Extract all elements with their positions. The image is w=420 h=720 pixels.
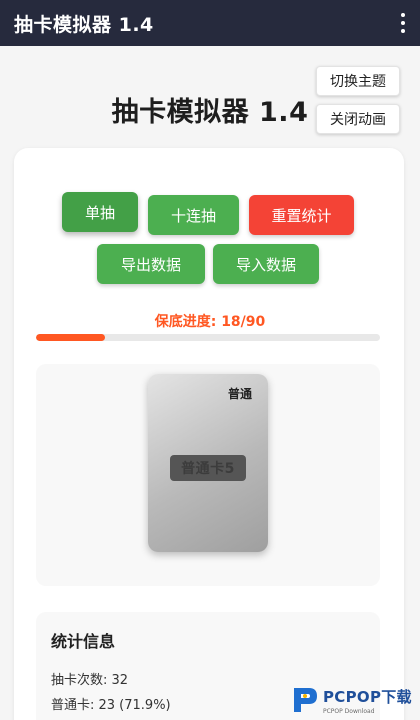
- pity-progress-fill: [36, 334, 105, 341]
- watermark-brand: PCPOP下载: [323, 687, 412, 706]
- import-data-button[interactable]: 导入数据: [213, 244, 319, 284]
- single-draw-button[interactable]: 单抽: [62, 192, 138, 232]
- card-rarity-label: 普通: [227, 387, 252, 401]
- toggle-animation-button[interactable]: 关闭动画: [316, 104, 400, 134]
- drawn-card[interactable]: 普通 普通卡5: [148, 374, 268, 552]
- pcpop-logo-icon: [294, 688, 317, 712]
- ten-draw-button[interactable]: 十连抽: [148, 195, 239, 235]
- pity-progress-label: 保底进度: 18/90: [154, 314, 266, 330]
- app-bar: 抽卡模拟器 1.4: [0, 0, 420, 46]
- stat-draw-count: 抽卡次数: 32: [51, 673, 129, 688]
- toggle-theme-button[interactable]: 切换主题: [316, 66, 400, 96]
- app-bar-title: 抽卡模拟器 1.4: [14, 13, 154, 36]
- more-vert-icon[interactable]: [400, 13, 406, 33]
- watermark-subtitle: PCPOP Download: [323, 707, 375, 715]
- stat-normal-cards: 普通卡: 23 (71.9%): [51, 698, 171, 713]
- pity-progress-bar: [36, 334, 380, 341]
- export-data-button[interactable]: 导出数据: [97, 244, 205, 284]
- watermark: PCPOP下载 PCPOP Download: [290, 680, 420, 720]
- card-name-label: 普通卡5: [170, 455, 246, 481]
- reset-stats-button[interactable]: 重置统计: [249, 195, 354, 235]
- stats-title: 统计信息: [51, 632, 116, 651]
